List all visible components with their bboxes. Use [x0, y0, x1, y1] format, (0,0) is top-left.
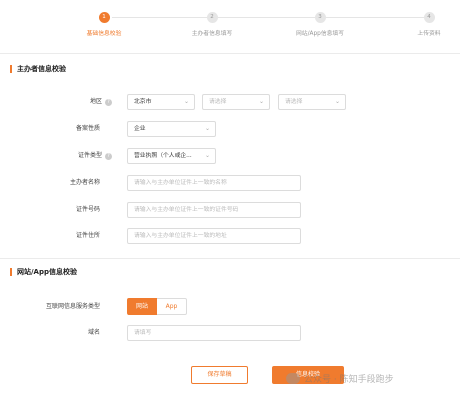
nature-select[interactable]: 企业 ⌄ [127, 121, 216, 137]
district-select-placeholder: 请选择 [285, 99, 303, 105]
help-icon[interactable]: ? [105, 99, 112, 106]
chevron-down-icon: ⌄ [183, 98, 189, 105]
nature-label: 备案性质 [75, 125, 100, 132]
region-label: 地区? [12, 94, 112, 110]
cert-type-select[interactable]: 营业执照（个人或企... ⌄ [127, 148, 216, 164]
divider [0, 53, 460, 54]
chevron-down-icon: ⌄ [204, 152, 210, 159]
step-1-label: 基础信息校验 [86, 31, 122, 37]
service-type-website-option[interactable]: 网站 [127, 298, 157, 315]
cert-type-select-value: 营业执照（个人或企... [134, 153, 192, 159]
holder-name-label: 主办者名称 [69, 179, 100, 186]
cert-type-label-text: 证件类型 [77, 152, 102, 159]
step-2: 2 主办者信息填写 [167, 12, 257, 37]
domain-label: 域名 [87, 329, 100, 336]
watermark-text: 公众号 · 陈知手段跑步 [304, 375, 394, 385]
step-progress-bar: 1 基础信息校验 2 主办者信息填写 3 网站/App信息填写 4 上传资料 [0, 0, 460, 48]
help-icon[interactable]: ? [105, 153, 112, 160]
cert-no-input[interactable]: 请输入与主办单位证件上一致的证件号码 [127, 202, 301, 218]
step-3: 3 网站/App信息填写 [275, 12, 365, 37]
chevron-down-icon: ⌄ [258, 98, 264, 105]
district-select[interactable]: 请选择 ⌄ [278, 94, 346, 110]
save-draft-button[interactable]: 保存草稿 [191, 366, 248, 384]
step-1-number: 1 [98, 12, 110, 23]
province-select-value: 北京市 [134, 99, 152, 105]
cert-type-label: 证件类型? [12, 148, 112, 164]
chevron-down-icon: ⌄ [204, 125, 210, 132]
service-type-app-option[interactable]: App [157, 298, 187, 315]
step-2-number: 2 [206, 12, 218, 23]
section-title-holder: 主办者信息校验 [10, 65, 66, 73]
step-3-number: 3 [314, 12, 326, 23]
step-4-label: 上传资料 [417, 31, 441, 37]
service-type-label: 互联网信息服务类型 [45, 303, 100, 310]
cert-no-label: 证件号码 [75, 206, 100, 213]
nature-select-value: 企业 [134, 126, 146, 132]
city-select-placeholder: 请选择 [209, 99, 227, 105]
service-type-toggle: 网站 App [127, 298, 187, 315]
city-select[interactable]: 请选择 ⌄ [202, 94, 270, 110]
cert-addr-input[interactable]: 请输入与主办单位证件上一致的地址 [127, 228, 301, 244]
step-1: 1 基础信息校验 [59, 12, 149, 37]
domain-input[interactable]: 请填写 [127, 325, 301, 341]
watermark: 公众号 · 陈知手段跑步 [286, 372, 394, 385]
chevron-down-icon: ⌄ [334, 98, 340, 105]
step-4-number: 4 [423, 12, 435, 23]
holder-name-input[interactable]: 请输入与主办单位证件上一致的名称 [127, 175, 301, 191]
wechat-icon [286, 373, 300, 384]
step-4: 4 上传资料 [384, 12, 460, 37]
divider [0, 258, 460, 259]
step-3-label: 网站/App信息填写 [295, 31, 345, 37]
section-title-site: 网站/App信息校验 [10, 268, 77, 276]
cert-addr-label: 证件住所 [75, 232, 100, 239]
step-2-label: 主办者信息填写 [191, 31, 233, 37]
region-label-text: 地区 [89, 98, 102, 105]
province-select[interactable]: 北京市 ⌄ [127, 94, 195, 110]
